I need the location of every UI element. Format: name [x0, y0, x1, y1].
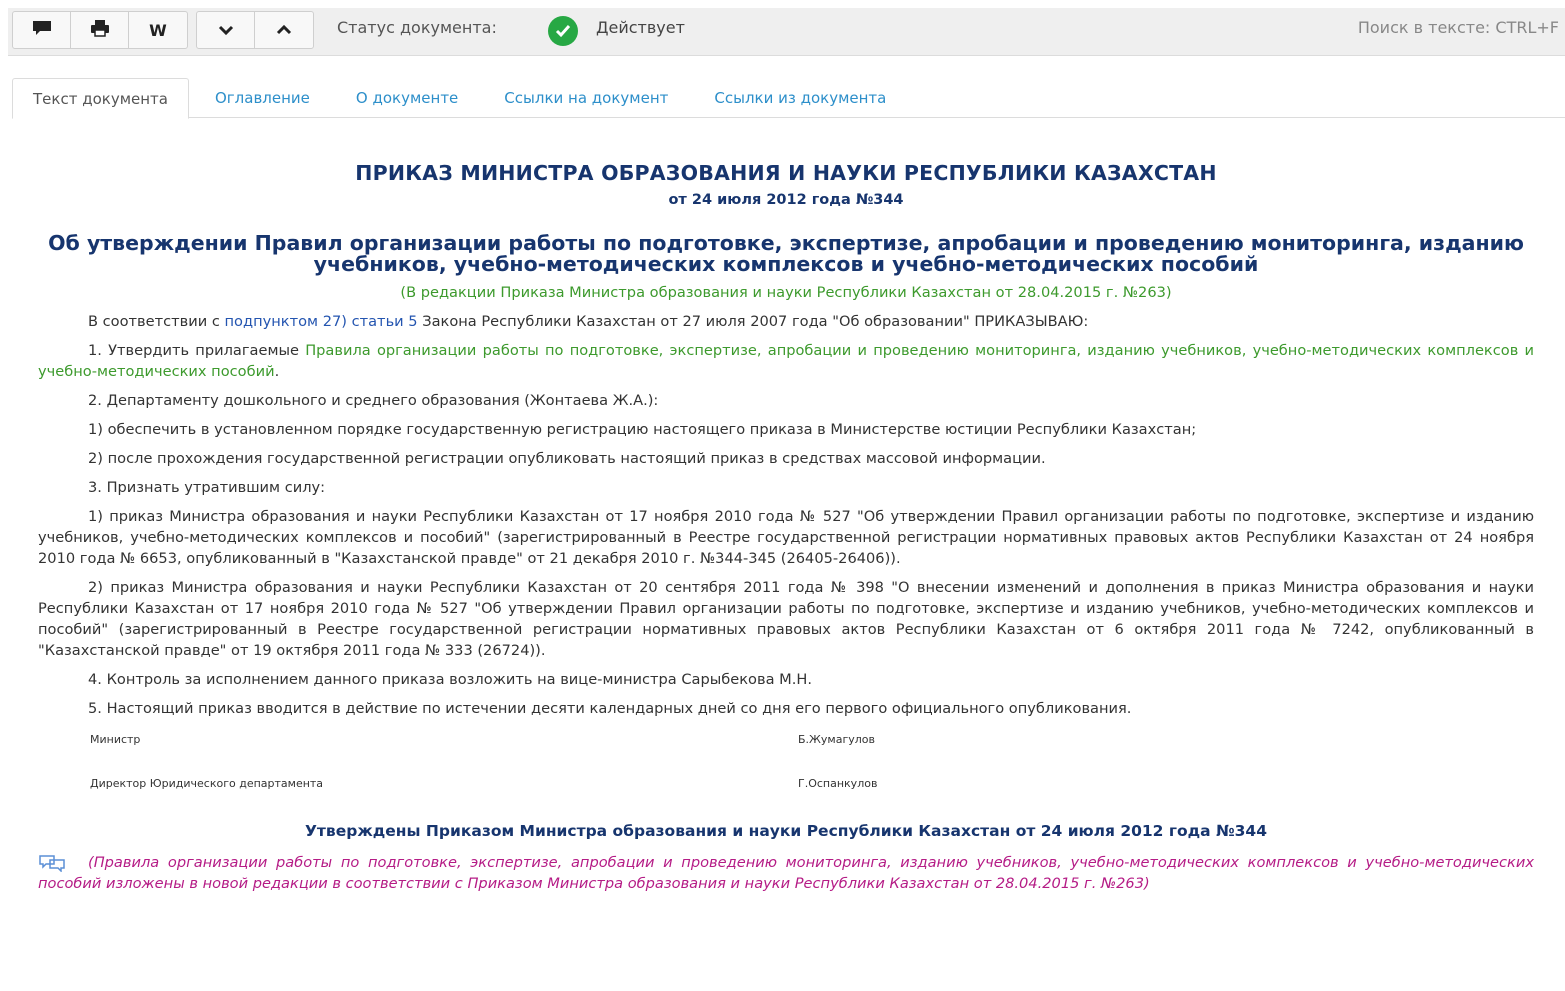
paragraph-text: В соответствии с — [88, 313, 225, 330]
document-subject: Об утверждении Правил организации работы… — [48, 231, 1524, 276]
editorial-note: (Правила организации работы по подготовк… — [38, 852, 1534, 894]
paragraph-intro: В соответствии с подпунктом 27) статьи 5… — [38, 311, 1534, 332]
paragraph-3-1: 1) приказ Министра образования и науки Р… — [38, 508, 1534, 567]
approved-heading: Утверждены Приказом Министра образования… — [304, 822, 1267, 840]
paragraph-text: . — [274, 363, 280, 380]
link-article-5[interactable]: статьи 5 — [352, 313, 418, 330]
toolbar-nav — [196, 11, 314, 49]
signer-name: Г.Оспанкулов — [798, 777, 878, 790]
tab-about[interactable]: О документе — [336, 78, 478, 118]
document-date: от 24 июля 2012 года №344 — [668, 192, 904, 208]
paragraph-3-2: 2) приказ Министра образования и науки Р… — [38, 579, 1534, 659]
signer-name: Б.Жумагулов — [798, 733, 875, 746]
toolbar: W Статус документа: Действует Поиск в те… — [8, 8, 1565, 56]
print-button[interactable] — [71, 12, 129, 48]
chevron-down-icon — [218, 21, 234, 40]
next-match-button[interactable] — [197, 12, 255, 48]
status-value: Действует — [596, 18, 685, 37]
paragraph-4: 4. Контроль за исполнением данного прика… — [88, 671, 813, 688]
comment-icon — [32, 20, 52, 40]
toolbar-actions: W — [12, 11, 188, 49]
editorial-note-text: (Правила организации работы по подготовк… — [38, 854, 1534, 892]
word-export-button[interactable]: W — [129, 12, 187, 48]
tab-links-to[interactable]: Ссылки на документ — [484, 78, 688, 118]
comment-bubble-icon[interactable] — [38, 854, 66, 878]
tab-links-from[interactable]: Ссылки из документа — [694, 78, 906, 118]
paragraph-1: 1. Утвердить прилагаемые Правила организ… — [38, 340, 1534, 382]
document-title: ПРИКАЗ МИНИСТРА ОБРАЗОВАНИЯ И НАУКИ РЕСП… — [355, 161, 1217, 185]
tab-document-text[interactable]: Текст документа — [12, 78, 189, 119]
tab-contents[interactable]: Оглавление — [195, 78, 330, 118]
signer-role: Министр — [90, 733, 141, 746]
comment-button[interactable] — [13, 12, 71, 48]
paragraph-2-1: 1) обеспечить в установленном порядке го… — [88, 421, 1197, 438]
paragraph-3: 3. Признать утратившим силу: — [88, 479, 326, 496]
search-hint: Поиск в тексте: CTRL+F — [1357, 18, 1559, 37]
paragraph-text: Закона Республики Казахстан от 27 июля 2… — [417, 313, 1089, 330]
signature-legal-director: Директор Юридического департамента Г.Осп… — [38, 773, 1534, 795]
status-label: Статус документа: — [337, 18, 497, 37]
check-icon — [548, 16, 578, 46]
paragraph-2: 2. Департаменту дошкольного и среднего о… — [88, 392, 659, 409]
prev-match-button[interactable] — [255, 12, 313, 48]
print-icon — [90, 19, 110, 41]
signer-role: Директор Юридического департамента — [90, 777, 324, 790]
paragraph-5: 5. Настоящий приказ вводится в действие … — [88, 700, 1132, 717]
paragraph-text: 1. Утвердить прилагаемые — [88, 342, 306, 359]
paragraph-2-2: 2) после прохождения государственной рег… — [88, 450, 1046, 467]
document-tabs: Текст документа Оглавление О документе С… — [12, 78, 1565, 119]
signature-minister: Министр Б.Жумагулов — [38, 729, 1534, 751]
chevron-up-icon — [276, 21, 292, 40]
document-body: ПРИКАЗ МИНИСТРА ОБРАЗОВАНИЯ И НАУКИ РЕСП… — [38, 160, 1534, 894]
link-subparagraph-27[interactable]: подпунктом 27) — [225, 313, 347, 330]
redaction-link[interactable]: (В редакции Приказа Министра образования… — [38, 282, 1534, 303]
